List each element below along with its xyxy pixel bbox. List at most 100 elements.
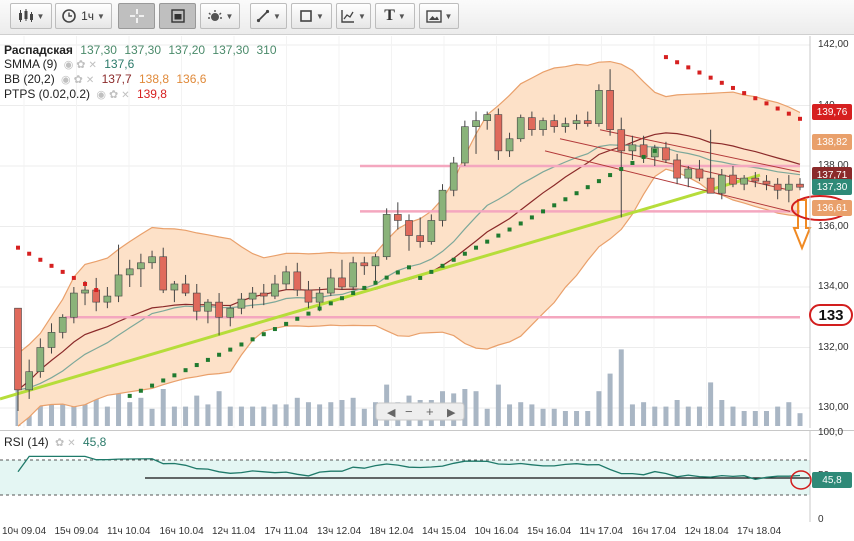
- candle-body: [662, 147, 670, 161]
- ptps-dot: [339, 296, 344, 301]
- ptps-price-tag: 139,76: [812, 104, 852, 120]
- rsi-chart[interactable]: [0, 430, 854, 522]
- ptps-dot: [183, 368, 188, 373]
- ptps-dot: [641, 154, 646, 159]
- high-value: 137,30: [124, 43, 162, 57]
- candle-body: [148, 256, 156, 264]
- crosshair-button[interactable]: [118, 3, 155, 29]
- candle-body: [483, 114, 492, 121]
- ptps-dot: [608, 173, 613, 178]
- eye-icon[interactable]: ◉: [96, 89, 106, 101]
- x-tick-label: 15ч 16.04: [527, 526, 572, 537]
- image-tool-button[interactable]: ▼: [419, 3, 459, 29]
- volume-bar: [518, 402, 524, 426]
- candle-body: [349, 262, 357, 288]
- ptps-dot: [507, 227, 512, 232]
- candle-body: [371, 256, 380, 267]
- chart-type-button[interactable]: ▼: [10, 3, 52, 29]
- ptps-label: PTPS (0.02,0.2): [4, 87, 91, 101]
- timeframe-button[interactable]: 1ч ▼: [55, 3, 112, 29]
- ptps-dot: [150, 383, 155, 388]
- ptps-dot: [462, 251, 467, 256]
- candle-body: [259, 292, 268, 297]
- ptps-dot: [94, 288, 99, 293]
- candle-body: [326, 277, 335, 294]
- shape-tool-button[interactable]: ▼: [291, 3, 332, 29]
- volume-bar: [305, 402, 311, 426]
- volume-bar: [574, 411, 580, 426]
- close-icon[interactable]: ✕: [67, 438, 75, 449]
- ptps-value: 139,8: [136, 87, 167, 101]
- volume-bar: [283, 404, 289, 426]
- gear-icon[interactable]: ✿: [55, 437, 64, 449]
- candle-body: [550, 120, 559, 127]
- indicators-button[interactable]: ▼: [200, 3, 240, 29]
- gear-icon[interactable]: ✿: [76, 59, 85, 71]
- candle-body: [729, 174, 737, 185]
- zoom-controls[interactable]: ◀ − + ▶: [375, 402, 465, 421]
- candle-body: [159, 256, 168, 291]
- fibonacci-tool-button[interactable]: ▼: [336, 3, 371, 29]
- ptps-dot: [485, 239, 490, 244]
- eye-icon[interactable]: ◉: [61, 74, 71, 86]
- eye-icon[interactable]: ◉: [64, 59, 74, 71]
- candle-body: [494, 114, 503, 152]
- candle-body: [114, 274, 123, 297]
- ptps-dot: [730, 85, 735, 90]
- x-tick-label: 10ч 09.04: [2, 526, 47, 537]
- ptps-dot: [127, 393, 132, 398]
- gear-icon[interactable]: ✿: [109, 89, 118, 101]
- scroll-left-icon[interactable]: ◀: [387, 407, 396, 419]
- volume-bar: [529, 404, 535, 426]
- volume-bar: [562, 411, 568, 426]
- close-icon[interactable]: ✕: [89, 60, 97, 71]
- candle-body: [226, 307, 235, 318]
- volume-bar: [719, 400, 725, 426]
- candle-body: [472, 120, 480, 127]
- volume-bar: [685, 406, 691, 426]
- ptps-dot: [719, 80, 724, 85]
- volume-bar: [741, 411, 747, 426]
- zoom-out-icon[interactable]: −: [405, 404, 413, 419]
- layout-button[interactable]: [159, 3, 196, 29]
- candle-body: [248, 292, 257, 300]
- ptps-dot: [27, 251, 32, 256]
- volume-bar: [227, 406, 233, 426]
- candle-body: [304, 289, 313, 303]
- ptps-dot: [708, 75, 713, 80]
- volume-bar: [730, 406, 736, 426]
- close-icon[interactable]: ✕: [86, 75, 94, 86]
- volume-bar: [484, 408, 490, 426]
- volume-bar: [652, 406, 658, 426]
- candle-body: [394, 214, 402, 221]
- candle-body: [773, 183, 782, 191]
- ptps-dot: [742, 91, 747, 96]
- gear-icon[interactable]: ✿: [74, 74, 83, 86]
- volume-bar: [160, 389, 166, 426]
- volume-bar: [585, 411, 591, 426]
- ptps-dot: [395, 270, 400, 275]
- volume-bar: [473, 391, 479, 426]
- candle-body: [36, 347, 45, 373]
- x-tick-label: 14ч 15.04: [422, 526, 467, 537]
- candle-body: [606, 90, 614, 131]
- candle-body: [617, 129, 626, 152]
- draw-line-button[interactable]: ▼: [250, 3, 287, 29]
- candle-body: [449, 162, 458, 191]
- scroll-right-icon[interactable]: ▶: [447, 407, 456, 419]
- ptps-dot: [775, 106, 780, 111]
- last-price-tag: 137,30: [812, 179, 852, 195]
- ptps-dot: [496, 233, 501, 238]
- ptps-dot: [574, 191, 579, 196]
- candle-body: [137, 262, 145, 270]
- close-icon[interactable]: ✕: [121, 90, 129, 101]
- x-tick-label: 17ч 11.04: [264, 526, 308, 537]
- text-tool-button[interactable]: T ▼: [375, 3, 415, 29]
- ptps-dot: [328, 301, 333, 306]
- ptps-dot: [250, 337, 255, 342]
- y-tick-label: 132,00: [818, 341, 849, 353]
- zoom-in-icon[interactable]: +: [426, 404, 434, 419]
- fibonacci-icon: [341, 10, 355, 23]
- candle-body: [684, 168, 693, 179]
- candle-body: [338, 277, 346, 288]
